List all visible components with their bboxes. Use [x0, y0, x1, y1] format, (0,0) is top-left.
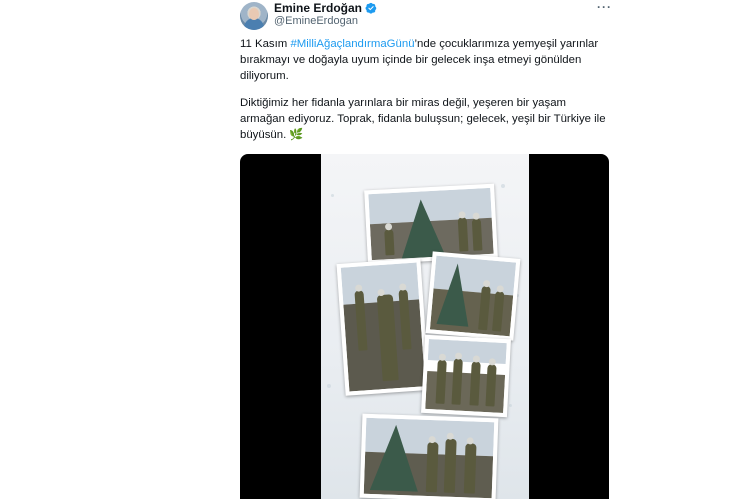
avatar-face — [249, 8, 259, 20]
hashtag-link[interactable]: #MilliAğaçlandırmaGünü — [290, 38, 414, 50]
tweet-p1-prefix: 11 Kasım — [240, 38, 291, 50]
tweet-paragraph-2: Diktiğimiz her fidanla yarınlara bir mir… — [240, 95, 612, 143]
verified-badge-icon — [365, 2, 377, 14]
tweet-video[interactable] — [240, 154, 609, 499]
collage-photo-4 — [421, 334, 511, 418]
collage-photo-1 — [364, 183, 498, 265]
tweet-paragraph-1: 11 Kasım #MilliAğaçlandırmaGünü’nde çocu… — [240, 36, 612, 84]
author-name-row[interactable]: Emine Erdoğan — [274, 1, 377, 15]
collage-photo-2 — [336, 258, 430, 396]
collage-photo-3 — [425, 251, 521, 341]
photo-collage — [321, 154, 529, 499]
author-handle[interactable]: @EmineErdogan — [274, 15, 358, 27]
herb-emoji: 🌿 — [289, 129, 304, 141]
profile-avatar[interactable] — [240, 2, 268, 30]
tweet-text: 11 Kasım #MilliAğaçlandırmaGünü’nde çocu… — [240, 36, 612, 154]
more-options-icon[interactable]: ··· — [597, 0, 612, 14]
author-display-name[interactable]: Emine Erdoğan — [274, 1, 362, 15]
collage-photo-5 — [359, 413, 499, 499]
